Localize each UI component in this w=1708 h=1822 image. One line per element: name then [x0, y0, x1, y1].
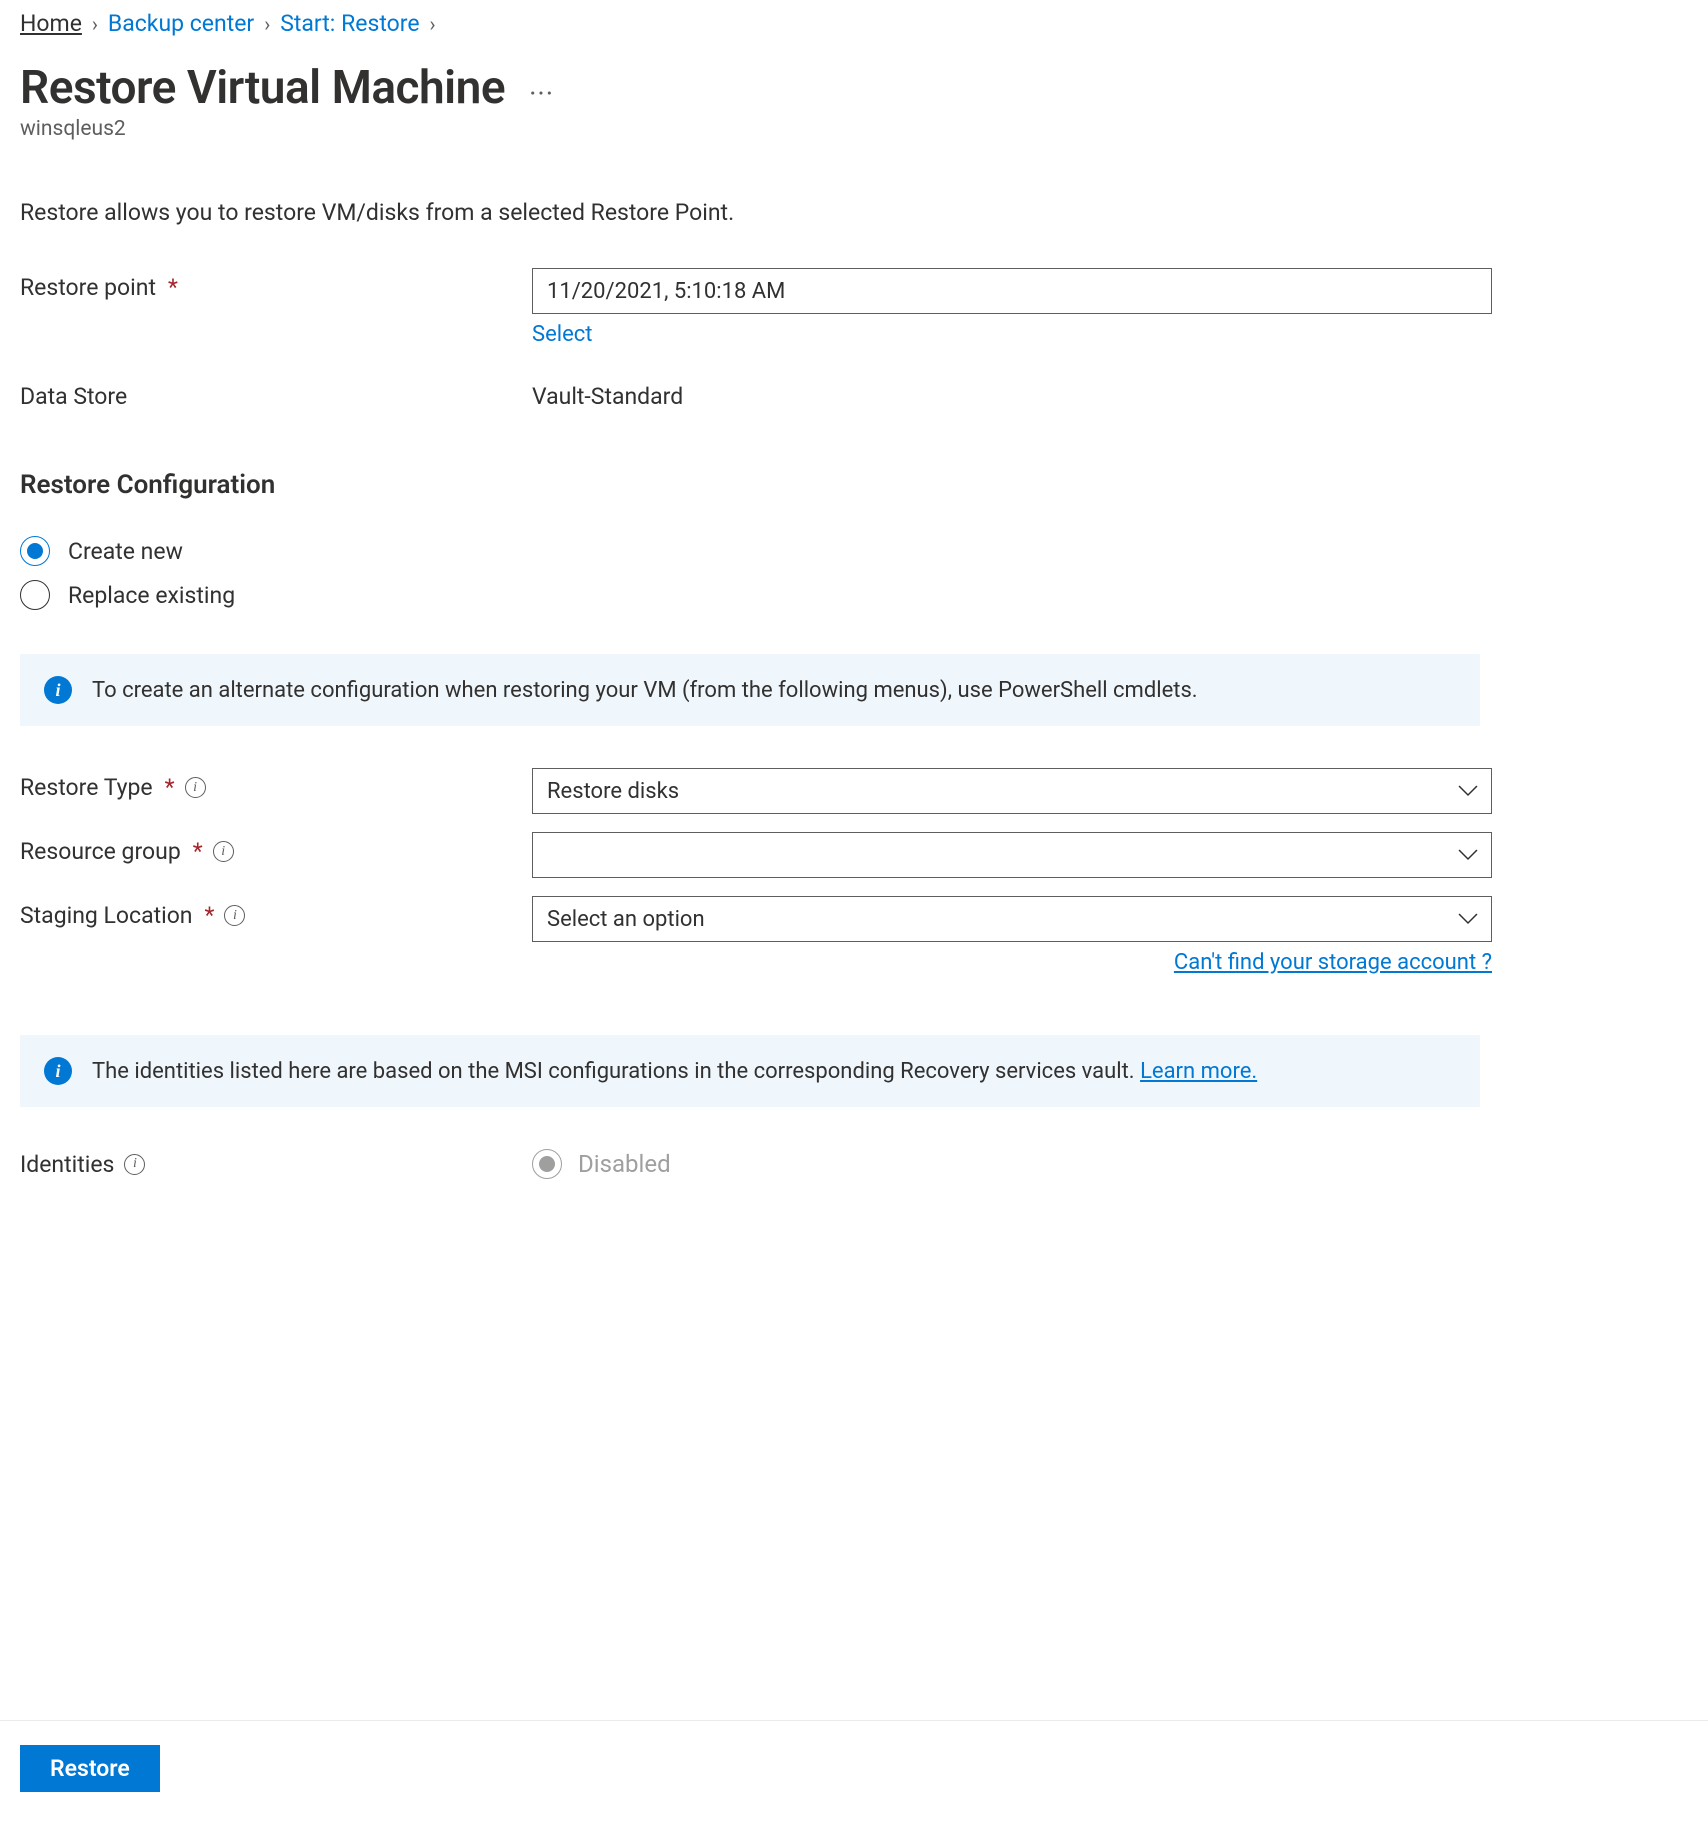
restore-config-radio-group: Create new Replace existing [20, 536, 1688, 610]
resource-group-select[interactable] [532, 832, 1492, 878]
breadcrumb-backup-center[interactable]: Backup center [108, 10, 254, 37]
radio-unselected-icon [20, 580, 50, 610]
page-subtitle: winsqleus2 [20, 117, 1688, 141]
powershell-info-text: To create an alternate configuration whe… [92, 678, 1198, 703]
restore-point-input[interactable] [532, 268, 1492, 314]
more-icon[interactable]: ··· [529, 80, 554, 108]
page-title: Restore Virtual Machine [20, 61, 505, 115]
info-icon[interactable]: i [124, 1154, 145, 1175]
staging-location-label: Staging Location* i [20, 896, 532, 929]
info-icon[interactable]: i [213, 841, 234, 862]
select-restore-point-link[interactable]: Select [532, 322, 592, 347]
footer-bar: Restore [0, 1720, 1708, 1822]
info-icon: i [44, 1057, 72, 1085]
chevron-right-icon: › [92, 12, 98, 36]
info-icon[interactable]: i [185, 777, 206, 798]
powershell-info-banner: i To create an alternate configuration w… [20, 654, 1480, 726]
replace-existing-label: Replace existing [68, 582, 235, 609]
page-description: Restore allows you to restore VM/disks f… [20, 199, 1688, 226]
resource-group-label: Resource group* i [20, 832, 532, 865]
breadcrumb-home[interactable]: Home [20, 10, 82, 37]
restore-button[interactable]: Restore [20, 1745, 160, 1792]
restore-configuration-heading: Restore Configuration [20, 470, 1688, 500]
identities-value: Disabled [578, 1150, 671, 1178]
info-icon[interactable]: i [224, 905, 245, 926]
identities-disabled-radio [532, 1149, 562, 1179]
create-new-radio[interactable]: Create new [20, 536, 1688, 566]
identities-info-text: The identities listed here are based on … [92, 1059, 1257, 1084]
identities-label: Identities i [20, 1151, 532, 1178]
staging-location-select[interactable] [532, 896, 1492, 942]
replace-existing-radio[interactable]: Replace existing [20, 580, 1688, 610]
data-store-value: Vault-Standard [532, 377, 1492, 410]
radio-selected-icon [20, 536, 50, 566]
learn-more-link[interactable]: Learn more. [1140, 1059, 1257, 1084]
create-new-label: Create new [68, 538, 183, 565]
restore-type-label: Restore Type* i [20, 768, 532, 801]
chevron-right-icon: › [264, 12, 270, 36]
data-store-label: Data Store [20, 377, 532, 410]
restore-point-label: Restore point* [20, 268, 532, 301]
breadcrumb: Home › Backup center › Start: Restore › [20, 4, 1688, 37]
breadcrumb-start-restore[interactable]: Start: Restore [280, 10, 419, 37]
info-icon: i [44, 676, 72, 704]
storage-account-help-link[interactable]: Can't find your storage account ? [1174, 950, 1492, 975]
identities-info-banner: i The identities listed here are based o… [20, 1035, 1480, 1107]
chevron-right-icon: › [430, 12, 436, 36]
restore-type-select[interactable] [532, 768, 1492, 814]
